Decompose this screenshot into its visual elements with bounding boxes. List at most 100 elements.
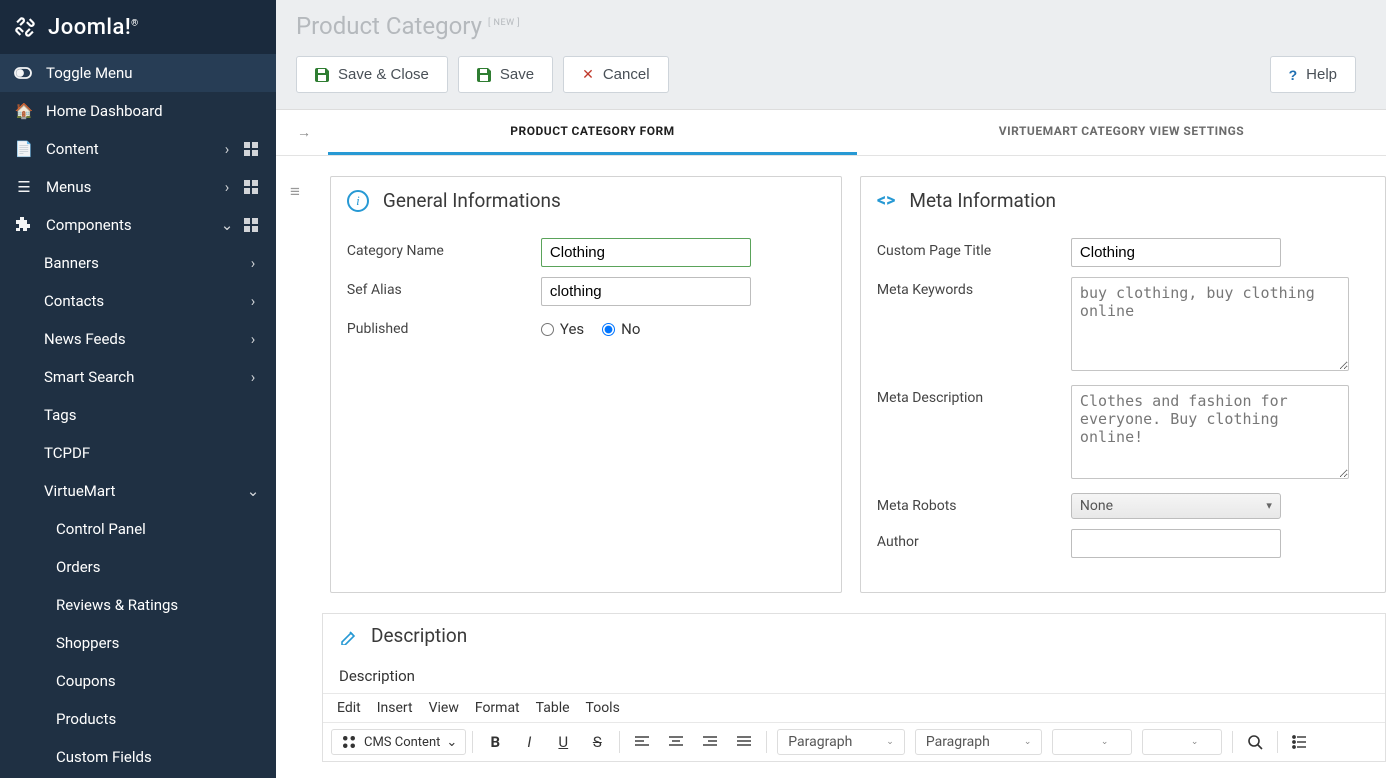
meta-robots-select[interactable]: None [1071,493,1281,519]
bullet-list-button[interactable] [1284,727,1316,757]
button-label: Save [500,66,534,83]
drag-icon[interactable]: ≡ [290,182,300,202]
published-yes-radio[interactable] [541,323,554,336]
editor-menu-table[interactable]: Table [536,700,570,716]
sidebar-item-label: Shoppers [56,634,262,652]
sidebar-item-reviews[interactable]: Reviews & Ratings [0,586,276,624]
sidebar-item-label: Tags [44,406,262,424]
sidebar-item-products[interactable]: Products [0,700,276,738]
editor-menu-insert[interactable]: Insert [377,700,413,716]
dropdown-label: Paragraph [926,734,990,750]
help-icon: ? [1289,67,1298,83]
sidebar-item-label: Components [46,216,218,234]
sidebar-item-label: Coupons [56,672,262,690]
sidebar-item-label: Banners [44,254,244,272]
button-label: Help [1306,66,1337,83]
align-right-button[interactable] [694,727,726,757]
published-yes-label: Yes [560,320,584,338]
align-center-button[interactable] [660,727,692,757]
sidebar-item-tcpdf[interactable]: TCPDF [0,434,276,472]
tab-collapse-button[interactable]: → [286,115,322,151]
sidebar-item-smartsearch[interactable]: Smart Search › [0,358,276,396]
chevron-right-icon: › [218,178,236,196]
editor-menu-edit[interactable]: Edit [337,700,361,716]
panel-description: Description Description Edit Insert View… [322,613,1386,762]
sidebar-item-label: VirtueMart [44,482,244,500]
sidebar-item-label: Control Panel [56,520,262,538]
sidebar-item-virtuemart[interactable]: VirtueMart ⌄ [0,472,276,510]
joomla-small-icon [340,733,358,751]
author-input[interactable] [1071,529,1281,558]
save-close-button[interactable]: Save & Close [296,56,448,93]
toggle-icon [14,67,34,79]
save-button[interactable]: Save [458,56,553,93]
sidebar-item-control-panel[interactable]: Control Panel [0,510,276,548]
cancel-button[interactable]: ✕ Cancel [563,56,668,93]
label-meta-description: Meta Description [877,385,1071,406]
grid-icon[interactable] [244,180,262,194]
sidebar-item-components[interactable]: Components ⌄ [0,206,276,244]
category-name-input[interactable] [541,238,751,267]
editor-menu-view[interactable]: View [429,700,459,716]
chevron-right-icon: › [244,254,262,272]
dropdown-label [1063,734,1066,750]
grid-icon[interactable] [244,142,262,156]
sidebar-item-contacts[interactable]: Contacts › [0,282,276,320]
main: Product Category [ NEW ] Save & Close Sa… [276,0,1386,778]
align-left-button[interactable] [626,727,658,757]
editor-menu-tools[interactable]: Tools [586,700,620,716]
sidebar-item-tags[interactable]: Tags [0,396,276,434]
page-title: Product Category [ NEW ] [296,12,1366,40]
font-family-dropdown[interactable]: ⌄ [1052,729,1132,755]
title-badge: [ NEW ] [488,18,520,28]
tab-category-view-settings[interactable]: VIRTUEMART CATEGORY VIEW SETTINGS [857,110,1386,155]
chevron-down-icon: ⌄ [886,737,894,747]
sidebar-item-label: Content [46,140,218,158]
published-no-radio[interactable] [602,323,615,336]
meta-description-textarea[interactable]: Clothes and fashion for everyone. Buy cl… [1071,385,1349,479]
sidebar-item-newsfeeds[interactable]: News Feeds › [0,320,276,358]
strikethrough-button[interactable]: S [581,727,613,757]
help-button[interactable]: ? Help [1270,56,1356,93]
paragraph-style-dropdown[interactable]: Paragraph ⌄ [777,729,905,755]
info-icon: i [347,190,369,212]
save-icon [315,68,329,82]
tab-product-category-form[interactable]: PRODUCT CATEGORY FORM [328,110,857,155]
italic-button[interactable]: I [513,727,545,757]
toggle-menu[interactable]: Toggle Menu [0,54,276,92]
sidebar-item-banners[interactable]: Banners › [0,244,276,282]
sidebar-item-home[interactable]: 🏠 Home Dashboard [0,92,276,130]
toolbar: Save & Close Save ✕ Cancel ? Help [276,46,1386,110]
sidebar-item-label: TCPDF [44,444,262,462]
sidebar-item-custom-fields[interactable]: Custom Fields [0,738,276,776]
sidebar-item-shoppers[interactable]: Shoppers [0,624,276,662]
chevron-down-icon: ⌄ [244,482,262,500]
sidebar-item-label: Custom Fields [56,748,262,766]
panel-meta: <> Meta Information Custom Page Title Me… [860,176,1386,593]
meta-keywords-textarea[interactable]: buy clothing, buy clothing online [1071,277,1349,371]
brand-name: Joomla!® [48,15,139,40]
paragraph-format-dropdown[interactable]: Paragraph ⌄ [915,729,1043,755]
editor-menu-format[interactable]: Format [475,700,520,716]
panel-general: i General Informations Category Name Sef… [330,176,842,593]
grid-icon[interactable] [244,218,262,232]
bold-button[interactable]: B [479,727,511,757]
font-size-dropdown[interactable]: ⌄ [1142,729,1222,755]
align-justify-button[interactable] [728,727,760,757]
editor-toolbar: CMS Content ⌄ B I U S [323,722,1385,761]
editor-menubar: Edit Insert View Format Table Tools [323,693,1385,722]
pencil-icon [339,627,357,645]
custom-page-title-input[interactable] [1071,238,1281,267]
label-author: Author [877,529,1071,550]
chevron-down-icon: ⌄ [1024,737,1032,747]
cms-content-dropdown[interactable]: CMS Content ⌄ [331,729,466,755]
sef-alias-input[interactable] [541,277,751,306]
underline-button[interactable]: U [547,727,579,757]
sidebar-item-content[interactable]: 📄 Content › [0,130,276,168]
sidebar-item-menus[interactable]: ☰ Menus › [0,168,276,206]
sidebar-item-coupons[interactable]: Coupons [0,662,276,700]
sidebar-item-orders[interactable]: Orders [0,548,276,586]
chevron-down-icon: ⌄ [1191,737,1199,747]
brand: Joomla!® [0,0,276,54]
find-button[interactable] [1239,727,1271,757]
